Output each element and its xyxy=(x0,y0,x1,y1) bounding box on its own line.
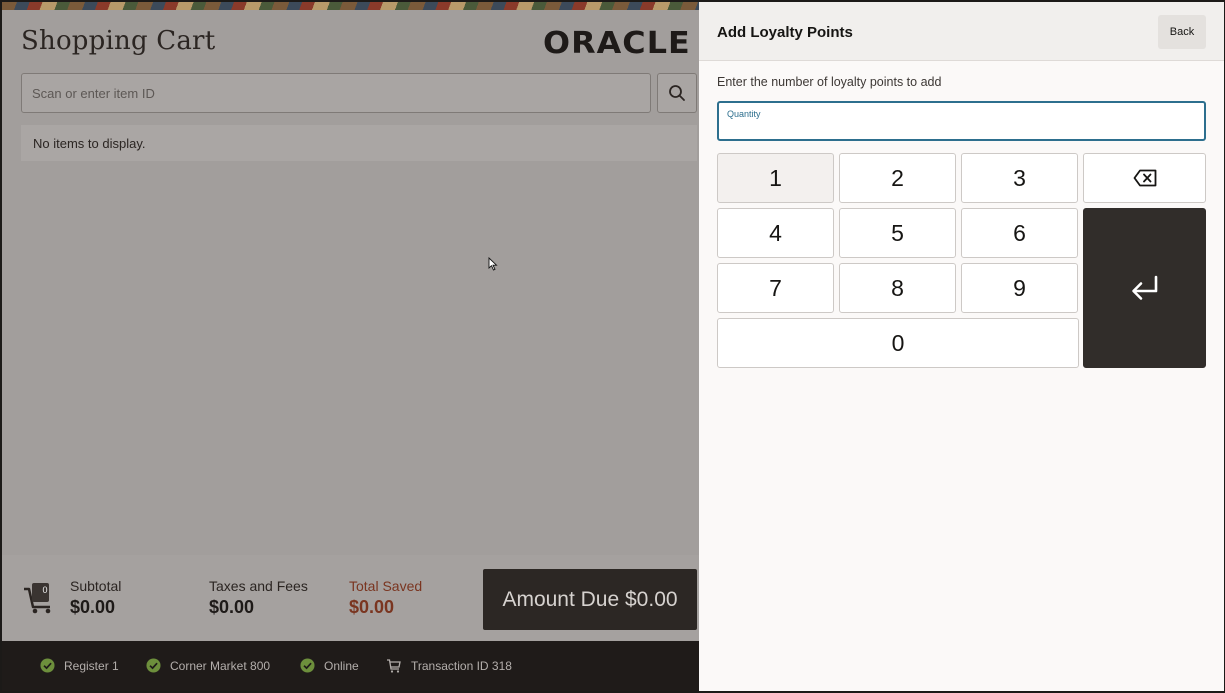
cart-icon xyxy=(387,659,401,673)
instruction-text: Enter the number of loyalty points to ad… xyxy=(717,75,942,89)
cart-item-count: 0 xyxy=(42,585,48,595)
search-button[interactable] xyxy=(657,73,697,113)
taxes-value: $0.00 xyxy=(209,597,255,617)
total-saved-label: Total Saved xyxy=(349,578,423,594)
shopping-cart-pane: Shopping Cart ORACLE No items to display… xyxy=(2,2,699,691)
enter-icon xyxy=(1131,275,1157,300)
oracle-logo: ORACLE xyxy=(543,26,691,61)
subtotal-label: Subtotal xyxy=(70,578,122,594)
keypad-0-button[interactable]: 0 xyxy=(717,318,1079,368)
register-label: Register 1 xyxy=(64,658,119,673)
amount-due-button[interactable]: Amount Due $0.00 xyxy=(483,569,697,630)
keypad-9-button[interactable]: 9 xyxy=(961,263,1078,313)
subtotal: Subtotal $0.00 xyxy=(70,578,121,618)
subtotal-value: $0.00 xyxy=(70,597,116,617)
back-button[interactable]: Back xyxy=(1158,15,1206,49)
status-bar: Register 1 Corner Market 800 Online Tran… xyxy=(2,641,699,691)
header-banner-image xyxy=(2,2,699,10)
app-window: Shopping Cart ORACLE No items to display… xyxy=(0,0,1225,693)
taxes-label: Taxes and Fees xyxy=(209,578,308,594)
keypad-3-button[interactable]: 3 xyxy=(961,153,1078,203)
keypad-4-button[interactable]: 4 xyxy=(717,208,834,258)
panel-title: Add Loyalty Points xyxy=(717,24,853,41)
check-circle-icon xyxy=(146,658,161,673)
status-connection: Online xyxy=(300,658,359,673)
status-register: Register 1 xyxy=(40,658,119,673)
enter-button[interactable] xyxy=(1083,208,1206,368)
totals-bar: 0 Subtotal $0.00 Taxes and Fees $0.00 To… xyxy=(2,555,699,641)
keypad-1-button[interactable]: 1 xyxy=(717,153,834,203)
search-icon xyxy=(669,85,685,101)
item-search-field[interactable] xyxy=(21,73,651,113)
check-circle-icon xyxy=(40,658,55,673)
total-saved: Total Saved $0.00 xyxy=(349,578,422,618)
total-saved-value: $0.00 xyxy=(349,597,395,617)
keypad-2-button[interactable]: 2 xyxy=(839,153,956,203)
empty-cart-message: No items to display. xyxy=(21,125,697,161)
status-store: Corner Market 800 xyxy=(146,658,270,673)
keypad-5-button[interactable]: 5 xyxy=(839,208,956,258)
panel-header: Add Loyalty Points Back xyxy=(699,2,1224,61)
keypad-7-button[interactable]: 7 xyxy=(717,263,834,313)
check-circle-icon xyxy=(300,658,315,673)
store-label: Corner Market 800 xyxy=(170,658,271,673)
status-transaction: Transaction ID 318 xyxy=(386,658,512,674)
backspace-button[interactable] xyxy=(1083,153,1206,203)
taxes-and-fees: Taxes and Fees $0.00 xyxy=(209,578,308,618)
quantity-field[interactable]: Quantity xyxy=(717,101,1206,141)
quantity-label: Quantity xyxy=(727,109,761,119)
add-loyalty-points-panel: Add Loyalty Points Back Enter the number… xyxy=(699,2,1224,691)
keypad-6-button[interactable]: 6 xyxy=(961,208,1078,258)
connection-label: Online xyxy=(324,658,359,673)
search-input[interactable] xyxy=(22,74,650,112)
backspace-icon xyxy=(1133,169,1156,187)
transaction-label: Transaction ID 318 xyxy=(411,659,512,673)
keypad-8-button[interactable]: 8 xyxy=(839,263,956,313)
mouse-cursor-icon xyxy=(488,257,498,271)
quantity-input[interactable] xyxy=(727,121,1187,137)
page-title: Shopping Cart xyxy=(21,26,216,56)
